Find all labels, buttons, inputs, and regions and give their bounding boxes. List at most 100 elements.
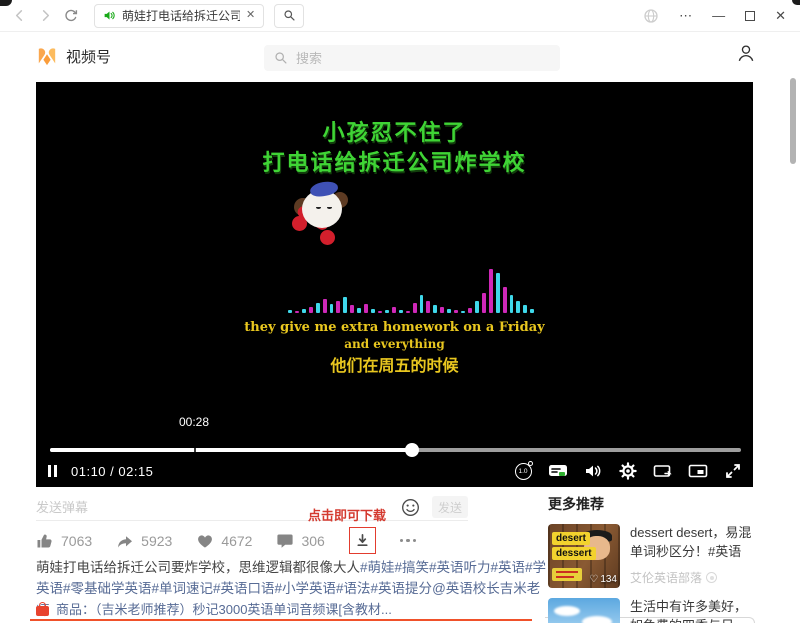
profile-button[interactable] [736,43,756,63]
volume-button[interactable] [583,461,603,481]
thumbnail-likes: ♡ 134 [589,574,617,585]
product-label: 商品： [56,602,95,617]
progress-bar[interactable] [50,448,741,452]
minimize-icon[interactable]: — [712,9,725,22]
download-button[interactable] [349,527,376,554]
cartoon-dog-illustration [294,182,350,238]
comment-button[interactable]: 306 [276,533,324,549]
browser-tab[interactable]: 萌娃打电话给拆迁公司要炸学校 ✕ [94,4,264,28]
comment-count: 306 [301,533,324,549]
progress-played [50,448,412,452]
like-button[interactable]: 7063 [36,532,92,549]
rotate-screen-button[interactable] [653,461,673,481]
overlay-title-line2: 打电话给拆迁公司炸学校 [36,148,753,178]
thumbs-up-icon [36,532,54,549]
recommendation-card[interactable]: desert dessert ♡ 134 dessert desert，易混单词… [548,524,756,588]
back-button[interactable] [10,7,28,25]
danmaku-toggle-button[interactable] [548,461,568,481]
gear-icon [619,462,637,480]
site-header: 视频号 [0,33,800,82]
thumb-label: dessert [552,547,596,560]
bottom-accent-line [30,619,532,621]
heart-outline-icon: ♡ [589,574,598,585]
recommendations-sidebar: 更多推荐 desert dessert ♡ 134 dessert desert… [548,494,756,623]
seek-preview-time: 00:28 [171,415,217,429]
refresh-button[interactable] [62,7,80,25]
forward-button[interactable] [36,7,54,25]
likes-count: 134 [600,574,617,585]
close-window-icon[interactable]: ✕ [775,9,786,22]
danmaku-row: 发送 [36,494,468,521]
video-player[interactable]: 小孩忍不住了 打电话给拆迁公司炸学校 they give me extra ho… [36,82,753,487]
product-title: （吉米老师推荐）秒记3000英语单词音频课[含教材... [95,602,392,617]
danmaku-icon [548,463,568,479]
share-count: 5923 [141,533,172,549]
emoji-smiley-icon [401,498,420,517]
recommendation-thumbnail[interactable] [548,598,620,623]
audio-visualizer [288,263,534,313]
forward-icon [43,11,48,20]
subtitle-english-line1: they give me extra homework on a Friday [36,320,753,335]
maximize-icon[interactable] [745,11,755,21]
progress-thumb[interactable] [405,443,419,457]
comment-bubble-icon [276,533,294,549]
share-arrow-icon [116,533,134,549]
download-icon [355,533,370,548]
address-search-button[interactable] [274,4,304,28]
settings-button[interactable] [618,461,638,481]
picture-in-picture-icon [688,463,708,479]
recommendations-heading: 更多推荐 [548,494,756,514]
window-controls: ⋯ — ✕ [643,8,790,24]
page-scrollbar[interactable] [790,78,796,164]
subtitle-english-line2: and everything [36,337,753,351]
tab-close-icon[interactable]: ✕ [246,10,255,21]
recommendation-thumbnail[interactable]: desert dessert ♡ 134 [548,524,620,588]
refresh-icon [63,8,79,24]
action-bar: 7063 5923 4672 306 [36,527,416,554]
picture-in-picture-button[interactable] [688,461,708,481]
header-search-box[interactable] [264,45,560,71]
emoji-button[interactable] [401,498,420,517]
channel-badge-icon [706,572,717,583]
recommendation-channel[interactable]: 艾伦英语部落 [630,569,756,586]
more-options-button[interactable] [400,539,417,543]
download-hint-annotation: 点击即可下载 [308,505,386,524]
channels-brand[interactable]: 视频号 [36,46,111,67]
browser-bar: 萌娃打电话给拆迁公司要炸学校 ✕ ⋯ — ✕ [0,0,800,32]
recommendation-title[interactable]: dessert desert，易混单词秒区分！#英语 #... [630,524,756,562]
playback-speed-button[interactable]: 1.0 [513,461,533,481]
shopping-bag-icon [36,602,49,616]
subtitle-chinese: 他们在周五的时候 [36,352,753,376]
player-controls: 01:10 / 02:15 1.0 [46,458,743,484]
recommendation-title[interactable]: 生活中有许多美好，如免费的四季与日落、... [630,598,756,623]
heart-icon [196,533,214,549]
overlay-title-line1: 小孩忍不住了 [36,118,753,148]
description-text: 萌娃打电话给拆迁公司要炸学校，思维逻辑都很像大人 [36,560,360,575]
search-icon [274,51,288,65]
like-count: 7063 [61,533,92,549]
volume-icon [584,463,602,479]
thumb-mini-badge [552,568,582,581]
user-avatar-icon [736,43,756,63]
send-danmaku-button[interactable]: 发送 [432,496,468,518]
fullscreen-icon [724,462,742,480]
pause-button[interactable] [48,465,57,477]
progress-marker [194,448,196,452]
tab-title: 萌娃打电话给拆迁公司要炸学校 [122,7,240,24]
share-button[interactable]: 5923 [116,533,172,549]
browser-profile-icon[interactable] [643,8,659,24]
search-icon [283,9,296,22]
product-link[interactable]: 商品：（吉米老师推荐）秒记3000英语单词音频课[含教材... [36,599,392,618]
back-icon [16,11,21,20]
recommendation-card[interactable]: 生活中有许多美好，如免费的四季与日落、... [548,598,756,623]
fullscreen-button[interactable] [723,461,743,481]
favorite-button[interactable]: 4672 [196,533,252,549]
browser-menu-icon[interactable]: ⋯ [679,9,692,22]
brand-label: 视频号 [66,46,111,67]
rotate-screen-icon [653,463,673,479]
favorite-count: 4672 [221,533,252,549]
header-search-input[interactable] [296,51,516,66]
channel-name: 艾伦英语部落 [630,569,702,586]
thumb-label: desert [552,532,590,545]
time-display: 01:10 / 02:15 [71,464,153,479]
